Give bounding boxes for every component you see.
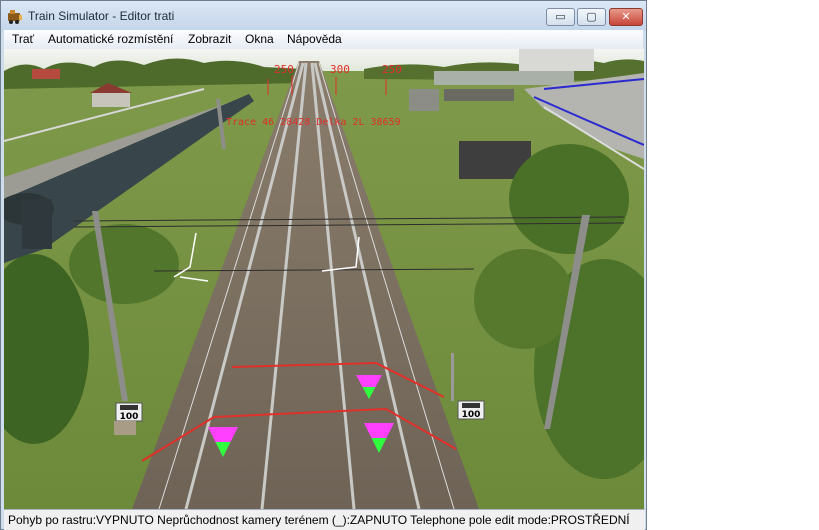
overlay-info-text: Trace 46 28428 Delka 2L 38659 [226,117,401,128]
track-3d-viewport[interactable]: 250 300 250 Trace 46 28428 Delka 2L 3865… [4,49,644,509]
status-text: Pohyb po rastru:VYPNUTO Neprůchodnost ka… [8,513,630,527]
overlay-label-middle: 300 [330,63,350,76]
platform [444,89,514,101]
app-window: Train Simulator - Editor trati ▭ ▢ ✕ Tra… [0,0,647,530]
speed-value-right: 100 [462,410,481,420]
overlay-label-left: 250 [274,63,294,76]
close-button[interactable]: ✕ [609,8,643,26]
menu-okna[interactable]: Okna [245,32,274,46]
shed [409,89,439,111]
menu-zobrazit[interactable]: Zobrazit [188,32,231,46]
status-bar: Pohyb po rastru:VYPNUTO Neprůchodnost ka… [4,509,645,530]
industrial-roof [434,71,574,85]
menu-trat[interactable]: Trať [12,32,34,46]
title-bar[interactable]: Train Simulator - Editor trati ▭ ▢ ✕ [1,1,646,31]
bush-right [474,249,574,349]
menu-bar: Trať Automatické rozmístění Zobrazit Okn… [4,30,643,50]
tree-right [509,144,629,254]
house-wall [92,93,130,107]
train-app-icon [8,10,22,24]
pipe-support [22,199,52,249]
industrial-building [519,49,594,71]
window-title: Train Simulator - Editor trati [28,9,175,23]
menu-automaticke-rozmisteni[interactable]: Automatické rozmístění [48,32,173,46]
menu-napoveda[interactable]: Nápověda [287,32,342,46]
distant-roof [32,69,60,79]
bush-left [69,224,179,304]
overlay-label-right: 250 [382,63,402,76]
scene-render[interactable]: 250 300 250 Trace 46 28428 Delka 2L 3865… [4,49,644,509]
speed-value-left: 100 [120,412,139,422]
maximize-button[interactable]: ▢ [577,8,606,26]
minimize-button[interactable]: ▭ [546,8,575,26]
